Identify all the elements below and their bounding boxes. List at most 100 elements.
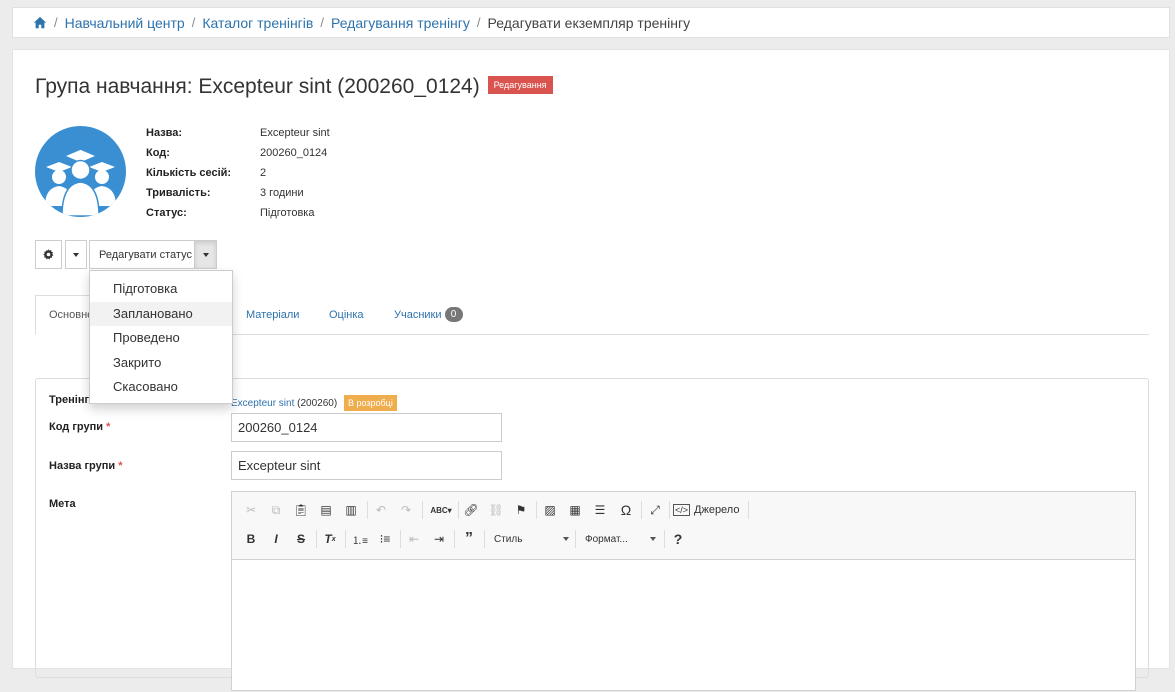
info-row-status: Статус: Підготовка <box>146 207 330 227</box>
toolbar-separator <box>316 530 317 548</box>
status-option-cancelled[interactable]: Скасовано <box>90 375 232 400</box>
breadcrumb-separator: / <box>54 15 58 30</box>
info-label: Статус: <box>146 207 187 219</box>
tab-label: Матеріали <box>246 308 300 321</box>
link-icon[interactable]: 🔗︎ <box>461 500 481 520</box>
home-icon[interactable] <box>33 16 47 30</box>
cut-icon[interactable]: ✂ <box>241 500 261 520</box>
tab-participants[interactable]: Учасники 0 <box>394 295 463 334</box>
paste-text-icon[interactable]: ▤ <box>316 500 336 520</box>
toolbar-separator <box>454 530 455 548</box>
source-icon: </> <box>673 504 691 516</box>
edit-status-label: Редагувати статус <box>99 248 192 261</box>
group-avatar <box>35 126 126 217</box>
format-select-label: Формат... <box>585 533 628 545</box>
tab-materials[interactable]: Матеріали <box>246 295 299 334</box>
info-label: Код: <box>146 147 170 159</box>
edit-mode-badge: Редагування <box>487 76 553 95</box>
image-icon[interactable]: ▨ <box>540 500 560 520</box>
group-name-label-text: Назва групи <box>49 460 116 472</box>
caret-down-icon <box>202 252 209 257</box>
copy-icon[interactable]: ⧉ <box>266 500 286 520</box>
info-label: Назва: <box>146 127 183 139</box>
info-value: 2 <box>260 167 267 179</box>
group-code-label: Код групи * <box>49 421 110 433</box>
breadcrumb-link-edit-training[interactable]: Редагування тренінгу <box>331 15 470 31</box>
format-select[interactable]: Формат... <box>581 529 660 549</box>
group-code-label-text: Код групи <box>49 421 104 433</box>
settings-dropdown-toggle[interactable] <box>65 240 87 269</box>
required-mark: * <box>106 421 111 433</box>
group-name-label: Назва групи * <box>49 460 122 472</box>
outdent-icon[interactable]: ⇤ <box>404 529 424 549</box>
blockquote-icon[interactable]: ” <box>459 529 479 549</box>
help-icon[interactable]: ? <box>668 529 688 549</box>
redo-icon[interactable]: ↷ <box>396 500 416 520</box>
spellcheck-icon[interactable]: ABC▾ <box>428 500 454 520</box>
toolbar-separator <box>367 501 368 519</box>
settings-button[interactable] <box>35 240 62 269</box>
tab-assessment[interactable]: Оцінка <box>329 295 364 334</box>
bold-icon[interactable]: B <box>241 529 261 549</box>
gear-icon <box>43 249 54 260</box>
breadcrumb-separator: / <box>191 15 196 30</box>
info-label: Кількість сесій: <box>146 167 232 179</box>
goal-editor: ✂ ⧉ 📋︎ ▤ ▥ ↶ ↷ ABC▾ 🔗︎ ⛓ ⚑ ▨ ▦ ☰ Ω ⤢ </>… <box>231 491 1136 691</box>
horizontal-line-icon[interactable]: ☰ <box>590 500 610 520</box>
style-select[interactable]: Стиль <box>490 529 573 549</box>
tab-label: Основне <box>49 309 94 321</box>
required-mark: * <box>118 460 123 472</box>
caret-down-icon <box>73 252 79 257</box>
style-select-label: Стиль <box>494 533 523 545</box>
breadcrumb-separator: / <box>476 15 481 30</box>
edit-status-button[interactable]: Редагувати статус <box>89 240 195 269</box>
unlink-icon[interactable]: ⛓ <box>486 500 506 520</box>
info-label: Тривалість: <box>146 187 211 199</box>
toolbar-separator <box>458 501 459 519</box>
anchor-flag-icon[interactable]: ⚑ <box>511 500 531 520</box>
info-row-duration: Тривалість: 3 години <box>146 187 330 207</box>
breadcrumb-link-catalog[interactable]: Каталог тренінгів <box>202 15 313 31</box>
paste-word-icon[interactable]: ▥ <box>341 500 361 520</box>
toolbar-separator <box>669 501 670 519</box>
status-option-conducted[interactable]: Проведено <box>90 326 232 351</box>
strikethrough-icon[interactable]: S <box>291 529 311 549</box>
info-value: 3 години <box>260 187 304 199</box>
tab-label: Оцінка <box>329 308 364 321</box>
info-value: 200260_0124 <box>260 147 328 159</box>
training-info: Назва: Excepteur sint Код: 200260_0124 Кіл… <box>146 127 330 227</box>
status-option-preparation[interactable]: Підготовка <box>90 277 232 302</box>
status-option-closed[interactable]: Закрито <box>90 351 232 376</box>
bullet-list-icon[interactable]: ⁝≡ <box>375 529 395 549</box>
training-link[interactable]: Excepteur sint <box>231 398 294 409</box>
page-title: Група навчання: Excepteur sint (200260_0… <box>35 75 553 99</box>
breadcrumb-link-training-center[interactable]: Навчальний центр <box>65 15 185 31</box>
remove-format-icon[interactable]: Tx <box>320 529 340 549</box>
group-code-input[interactable] <box>231 413 502 442</box>
training-status-badge: В розробці <box>343 395 397 411</box>
source-label: Джерело <box>694 504 740 516</box>
toolbar-separator <box>575 530 576 548</box>
editor-content-area[interactable] <box>232 560 1135 692</box>
info-value: Підготовка <box>260 207 315 219</box>
edit-status-toggle[interactable] <box>194 240 217 269</box>
info-value: Excepteur sint <box>260 127 330 139</box>
source-button[interactable]: </> Джерело <box>673 500 743 520</box>
undo-icon[interactable]: ↶ <box>371 500 391 520</box>
status-option-planned[interactable]: Заплановано <box>90 301 232 326</box>
status-dropdown-menu: Підготовка Заплановано Проведено Закрито… <box>89 270 233 404</box>
special-char-icon[interactable]: Ω <box>616 500 636 520</box>
paste-icon[interactable]: 📋︎ <box>291 500 311 520</box>
caret-down-icon <box>563 537 569 541</box>
table-icon[interactable]: ▦ <box>565 500 585 520</box>
maximize-icon[interactable]: ⤢ <box>645 500 665 520</box>
tab-label: Учасники <box>394 308 442 321</box>
indent-icon[interactable]: ⇥ <box>429 529 449 549</box>
breadcrumb-separator: / <box>320 15 324 30</box>
numbered-list-icon[interactable]: ⒈≡ <box>350 529 370 549</box>
goal-label: Мета <box>49 498 76 510</box>
training-reference: Excepteur sint (200260) В розробці <box>231 395 397 411</box>
group-name-input[interactable] <box>231 451 502 480</box>
italic-icon[interactable]: I <box>266 529 286 549</box>
toolbar-separator <box>536 501 537 519</box>
